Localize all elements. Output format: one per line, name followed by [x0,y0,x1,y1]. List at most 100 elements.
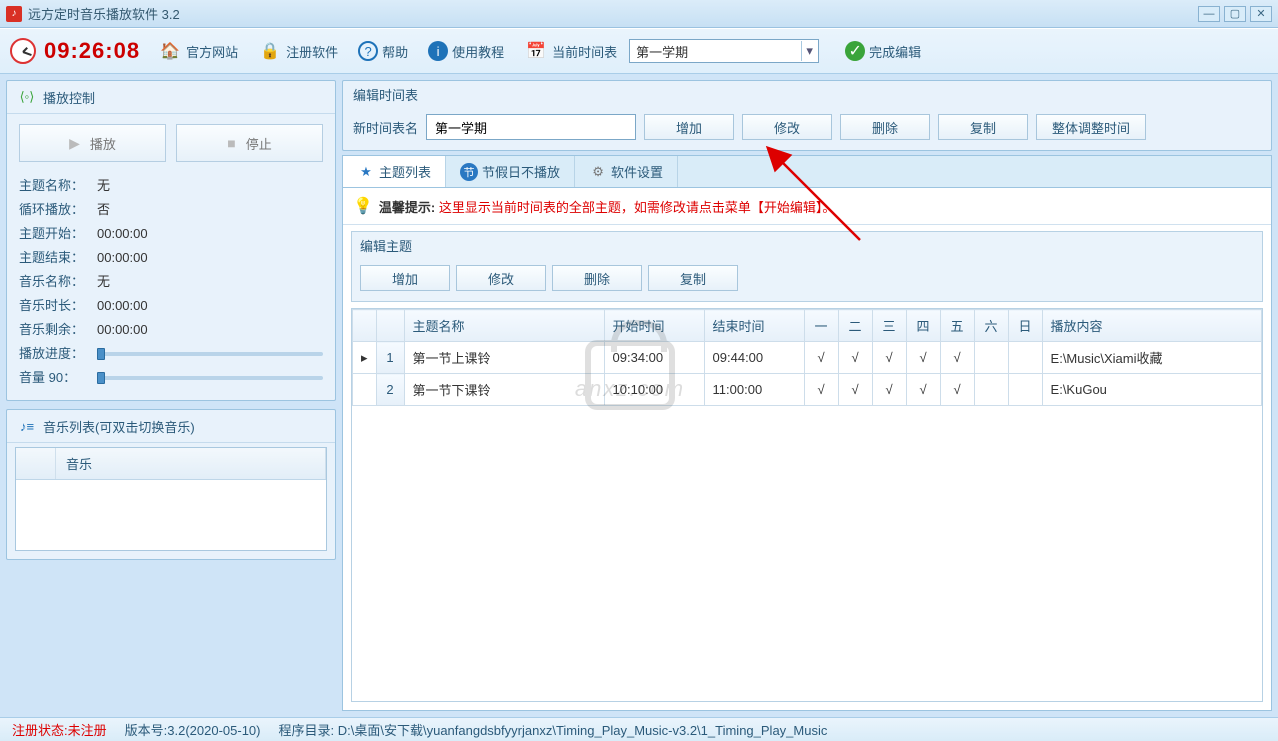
col-d3[interactable]: 三 [872,310,906,342]
finish-edit-button[interactable]: ✓ 完成编辑 [837,41,929,61]
tab-content: 💡 温馨提示: 这里显示当前时间表的全部主题，如需修改请点击菜单【开始编辑】。 … [342,187,1272,711]
lock-icon: 🔒 [258,39,282,63]
table-row[interactable]: 2第一节下课铃10:10:0011:00:00√√√√√E:\KuGou [353,374,1262,406]
star-icon: ★ [357,163,375,181]
music-remain-label: 音乐剩余： [19,318,97,342]
main-toolbar: 09:26:08 🏠 官方网站 🔒 注册软件 ? 帮助 i 使用教程 📅 当前时… [0,28,1278,74]
col-d5[interactable]: 五 [940,310,974,342]
tip-prefix: 温馨提示: [379,200,439,215]
tutorial-button[interactable]: i 使用教程 [420,41,512,61]
table-row[interactable]: ▸1第一节上课铃09:34:0009:44:00√√√√√E:\Music\Xi… [353,342,1262,374]
version-value: 3.2(2020-05-10) [167,723,260,738]
theme-copy-button[interactable]: 复制 [648,265,738,291]
website-button[interactable]: 🏠 官方网站 [150,39,246,63]
status-bar: 注册状态:未注册 版本号:3.2(2020-05-10) 程序目录: D:\桌面… [0,717,1278,741]
col-d7[interactable]: 日 [1008,310,1042,342]
stop-button-label: 停止 [246,134,272,153]
col-d1[interactable]: 一 [804,310,838,342]
volume-label: 音量 90： [19,366,97,390]
current-schedule-label: 当前时间表 [552,42,617,61]
tab-bar: ★主题列表 节节假日不播放 ⚙软件设置 [342,155,1272,187]
col-d6[interactable]: 六 [974,310,1008,342]
play-control-panel: ⟨◦⟩ 播放控制 ▶播放 ■停止 主题名称：无 循环播放：否 主题开始：00:0… [6,80,336,401]
music-len-value: 00:00:00 [97,294,148,318]
maximize-button[interactable]: ▢ [1224,6,1246,22]
play-button[interactable]: ▶播放 [19,124,166,162]
stop-button[interactable]: ■ 停止 [176,124,323,162]
tab-holidays-label: 节假日不播放 [482,162,560,181]
col-num [376,310,404,342]
path-label: 程序目录: [279,723,335,738]
clock-time: 09:26:08 [44,38,140,64]
schedule-delete-button[interactable]: 删除 [840,114,930,140]
music-name-value: 无 [97,270,110,294]
edit-schedule-title: 编辑时间表 [343,81,1271,108]
tip-text: 这里显示当前时间表的全部主题，如需修改请点击菜单【开始编辑】。 [439,200,836,215]
col-marker [353,310,377,342]
col-theme-name[interactable]: 主题名称 [404,310,604,342]
theme-modify-button[interactable]: 修改 [456,265,546,291]
music-remain-value: 00:00:00 [97,318,148,342]
title-bar: ♪ 远方定时音乐播放软件 3.2 — ▢ ✕ [0,0,1278,28]
music-list-title: 音乐列表(可双击切换音乐) [43,417,195,436]
info-icon: i [428,41,448,61]
schedule-name-input[interactable] [426,114,636,140]
tab-holidays[interactable]: 节节假日不播放 [446,156,575,187]
music-name-label: 音乐名称： [19,270,97,294]
music-list-icon: ♪≡ [17,416,37,436]
check-icon: ✓ [845,41,865,61]
version-label: 版本号: [125,723,168,738]
theme-table: 主题名称 开始时间 结束时间 一 二 三 四 五 六 日 播放内容 [352,309,1262,406]
volume-slider[interactable] [97,376,323,380]
theme-start-value: 00:00:00 [97,222,148,246]
col-d2[interactable]: 二 [838,310,872,342]
stop-icon: ■ [227,135,235,151]
home-icon: 🏠 [158,39,182,63]
play-panel-title: 播放控制 [43,88,95,107]
col-d4[interactable]: 四 [906,310,940,342]
theme-name-value: 无 [97,174,110,198]
music-len-label: 音乐时长： [19,294,97,318]
theme-add-button[interactable]: 增加 [360,265,450,291]
close-button[interactable]: ✕ [1250,6,1272,22]
progress-slider[interactable] [97,352,323,356]
path-value: D:\桌面\安下载\yuanfangdsbfyyrjanxz\Timing_Pl… [338,723,828,738]
tab-themes[interactable]: ★主题列表 [343,156,446,188]
theme-start-label: 主题开始： [19,222,97,246]
loop-label: 循环播放： [19,198,97,222]
gear-icon: ⚙ [589,163,607,181]
reg-status-label: 注册状态: [12,723,68,738]
chevron-down-icon[interactable]: ▾ [801,41,817,61]
clock-icon [10,38,36,64]
schedule-add-button[interactable]: 增加 [644,114,734,140]
minimize-button[interactable]: — [1198,6,1220,22]
reg-status-value: 未注册 [68,723,107,738]
music-col-name: 音乐 [56,448,326,479]
col-content[interactable]: 播放内容 [1042,310,1261,342]
schedule-adjust-time-button[interactable]: 整体调整时间 [1036,114,1146,140]
theme-delete-button[interactable]: 删除 [552,265,642,291]
theme-end-label: 主题结束： [19,246,97,270]
schedule-select[interactable] [629,39,819,63]
help-button[interactable]: ? 帮助 [350,41,416,61]
progress-label: 播放进度： [19,342,97,366]
tab-settings-label: 软件设置 [611,162,663,181]
app-icon: ♪ [6,6,22,22]
schedule-modify-button[interactable]: 修改 [742,114,832,140]
music-list[interactable]: 音乐 [15,447,327,551]
col-start[interactable]: 开始时间 [604,310,704,342]
play-button-label: 播放 [90,134,116,153]
holiday-icon: 节 [460,163,478,181]
theme-table-wrap[interactable]: 主题名称 开始时间 结束时间 一 二 三 四 五 六 日 播放内容 [351,308,1263,702]
theme-name-label: 主题名称： [19,174,97,198]
tab-themes-label: 主题列表 [379,162,431,181]
register-button[interactable]: 🔒 注册软件 [250,39,346,63]
music-col-blank [16,448,56,479]
schedule-copy-button[interactable]: 复制 [938,114,1028,140]
col-end[interactable]: 结束时间 [704,310,804,342]
finish-edit-label: 完成编辑 [869,42,921,61]
edit-theme-group: 编辑主题 增加 修改 删除 复制 [351,231,1263,302]
help-label: 帮助 [382,42,408,61]
window-title: 远方定时音乐播放软件 3.2 [28,4,1194,23]
tab-settings[interactable]: ⚙软件设置 [575,156,678,187]
